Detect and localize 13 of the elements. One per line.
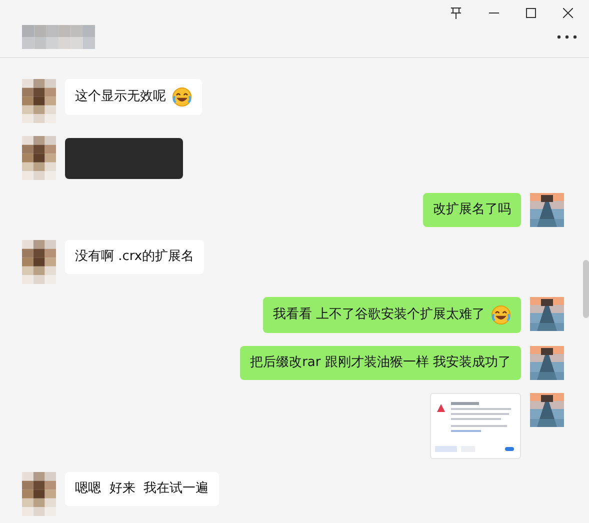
pin-icon[interactable] xyxy=(450,7,462,19)
message-bubble: 改扩展名了吗 xyxy=(423,193,521,227)
close-icon[interactable] xyxy=(563,8,573,18)
message-bubble: 这个显示无效呢 xyxy=(65,79,202,115)
message-bubble: 把后缀改rar 跟刚才装油猴一样 我安装成功了 xyxy=(240,346,521,380)
image-message[interactable] xyxy=(430,393,521,459)
scrollbar[interactable] xyxy=(583,260,589,318)
maximize-icon[interactable] xyxy=(526,8,536,18)
message-bubble: 没有啊 .crx的扩展名 xyxy=(65,240,204,274)
message-bubble: 我看看 上不了谷歌安装个扩展太难了 xyxy=(262,297,521,333)
message-bubble: 嗯嗯 好来 我在试一遍 xyxy=(65,472,219,506)
minimize-icon[interactable] xyxy=(489,12,499,14)
more-icon[interactable] xyxy=(557,35,577,39)
